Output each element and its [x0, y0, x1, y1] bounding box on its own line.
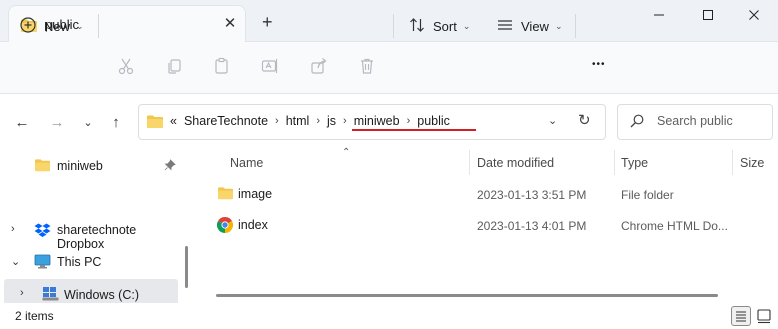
- chevron-down-icon: ⌄: [76, 20, 84, 31]
- nav-item-label: This PC: [57, 255, 102, 269]
- column-header-date-modified[interactable]: Date modified: [477, 156, 554, 170]
- file-type: Chrome HTML Do...: [621, 219, 728, 233]
- maximize-button[interactable]: [697, 7, 719, 25]
- file-name: image: [238, 187, 273, 201]
- nav-item-label: miniweb: [57, 159, 103, 173]
- breadcrumb-miniweb[interactable]: miniweb: [354, 114, 400, 128]
- pc-icon: [34, 254, 51, 272]
- red-underline-annotation: [352, 129, 476, 131]
- toolbar-divider: [575, 14, 576, 38]
- chevron-right-icon[interactable]: ›: [20, 287, 24, 299]
- column-divider[interactable]: [732, 150, 733, 175]
- chevron-right-icon[interactable]: ›: [275, 115, 279, 127]
- folder-icon: [34, 158, 51, 175]
- share-icon[interactable]: [310, 57, 328, 83]
- view-icon: [497, 17, 513, 36]
- chevron-right-icon[interactable]: ›: [11, 223, 15, 235]
- file-name: index: [238, 218, 268, 232]
- sort-icon: [409, 17, 425, 36]
- chevron-down-icon: ⌄: [554, 20, 563, 31]
- cut-icon[interactable]: [117, 57, 135, 83]
- file-date: 2023-01-13 3:51 PM: [477, 188, 587, 202]
- up-arrow-icon[interactable]: ↑: [106, 114, 126, 132]
- close-tab-icon[interactable]: ✕: [221, 15, 239, 33]
- breadcrumb-sharetechnote[interactable]: ShareTechnote: [184, 114, 268, 128]
- nav-item-dropbox[interactable]: › sharetechnote Dropbox: [0, 217, 182, 251]
- rename-icon[interactable]: [261, 57, 279, 83]
- horizontal-scrollbar[interactable]: [216, 294, 718, 297]
- close-window-button[interactable]: [743, 7, 765, 25]
- breadcrumb: « ShareTechnote › html › js › miniweb › …: [170, 114, 457, 128]
- new-button[interactable]: New ⌄: [20, 13, 84, 39]
- column-header-name[interactable]: Name: [230, 156, 263, 170]
- nav-item-this-pc[interactable]: ⌄ This PC: [0, 249, 182, 275]
- new-label: New: [44, 18, 71, 34]
- chevron-right-icon[interactable]: ›: [316, 115, 320, 127]
- drive-icon: [42, 285, 59, 304]
- nav-scrollbar[interactable]: [185, 246, 188, 288]
- sort-ascending-icon: ⌃: [342, 147, 351, 158]
- sort-label: Sort: [433, 18, 457, 34]
- nav-item-label: Windows (C:): [64, 288, 140, 302]
- chrome-icon: [216, 216, 234, 236]
- new-tab-button[interactable]: +: [262, 13, 273, 31]
- breadcrumb-overflow[interactable]: «: [170, 114, 177, 128]
- details-view-icon[interactable]: [731, 306, 751, 326]
- nav-item-miniweb[interactable]: miniweb: [0, 153, 182, 179]
- chevron-right-icon[interactable]: ›: [343, 115, 347, 127]
- column-header-size[interactable]: Size: [740, 156, 764, 170]
- plus-circle-icon: [20, 16, 36, 36]
- status-bar: [0, 303, 778, 329]
- file-type: File folder: [621, 188, 674, 202]
- chevron-down-icon: ⌄: [462, 20, 471, 31]
- delete-icon[interactable]: [358, 57, 376, 83]
- copy-icon[interactable]: [165, 57, 183, 83]
- dropbox-icon: [34, 222, 51, 241]
- forward-arrow-icon[interactable]: →: [47, 114, 67, 132]
- more-options-button[interactable]: •••: [592, 59, 606, 85]
- view-button[interactable]: View ⌄: [497, 13, 563, 39]
- search-input[interactable]: Search public: [657, 114, 733, 128]
- refresh-icon[interactable]: ↻: [578, 111, 591, 129]
- folder-icon: [146, 114, 164, 132]
- toolbar-divider: [393, 14, 394, 38]
- minimize-button[interactable]: [648, 7, 670, 25]
- table-row[interactable]: index 2023-01-13 4:01 PM Chrome HTML Do.…: [216, 214, 756, 238]
- recent-locations-chevron-icon[interactable]: ⌄: [78, 114, 98, 132]
- column-divider[interactable]: [614, 150, 615, 175]
- chevron-right-icon[interactable]: ›: [407, 115, 411, 127]
- item-count: 2 items: [15, 309, 54, 323]
- toolbar-divider: [98, 14, 99, 38]
- file-date: 2023-01-13 4:01 PM: [477, 219, 587, 233]
- view-label: View: [521, 18, 549, 34]
- folder-icon: [217, 186, 234, 203]
- breadcrumb-html[interactable]: html: [286, 114, 310, 128]
- large-icons-view-icon[interactable]: [755, 306, 773, 326]
- sort-button[interactable]: Sort ⌄: [409, 13, 470, 39]
- nav-item-label: sharetechnote Dropbox: [57, 223, 137, 251]
- search-icon: [630, 114, 644, 131]
- back-arrow-icon[interactable]: ←: [12, 114, 32, 132]
- column-divider[interactable]: [469, 150, 470, 175]
- address-history-chevron-icon[interactable]: ⌄: [548, 114, 557, 127]
- column-header-type[interactable]: Type: [621, 156, 648, 170]
- breadcrumb-js[interactable]: js: [327, 114, 336, 128]
- chevron-down-icon[interactable]: ⌄: [11, 255, 20, 268]
- paste-icon[interactable]: [213, 57, 231, 83]
- pin-icon[interactable]: [164, 159, 176, 174]
- table-row[interactable]: image 2023-01-13 3:51 PM File folder: [216, 183, 756, 207]
- breadcrumb-public[interactable]: public: [417, 114, 450, 128]
